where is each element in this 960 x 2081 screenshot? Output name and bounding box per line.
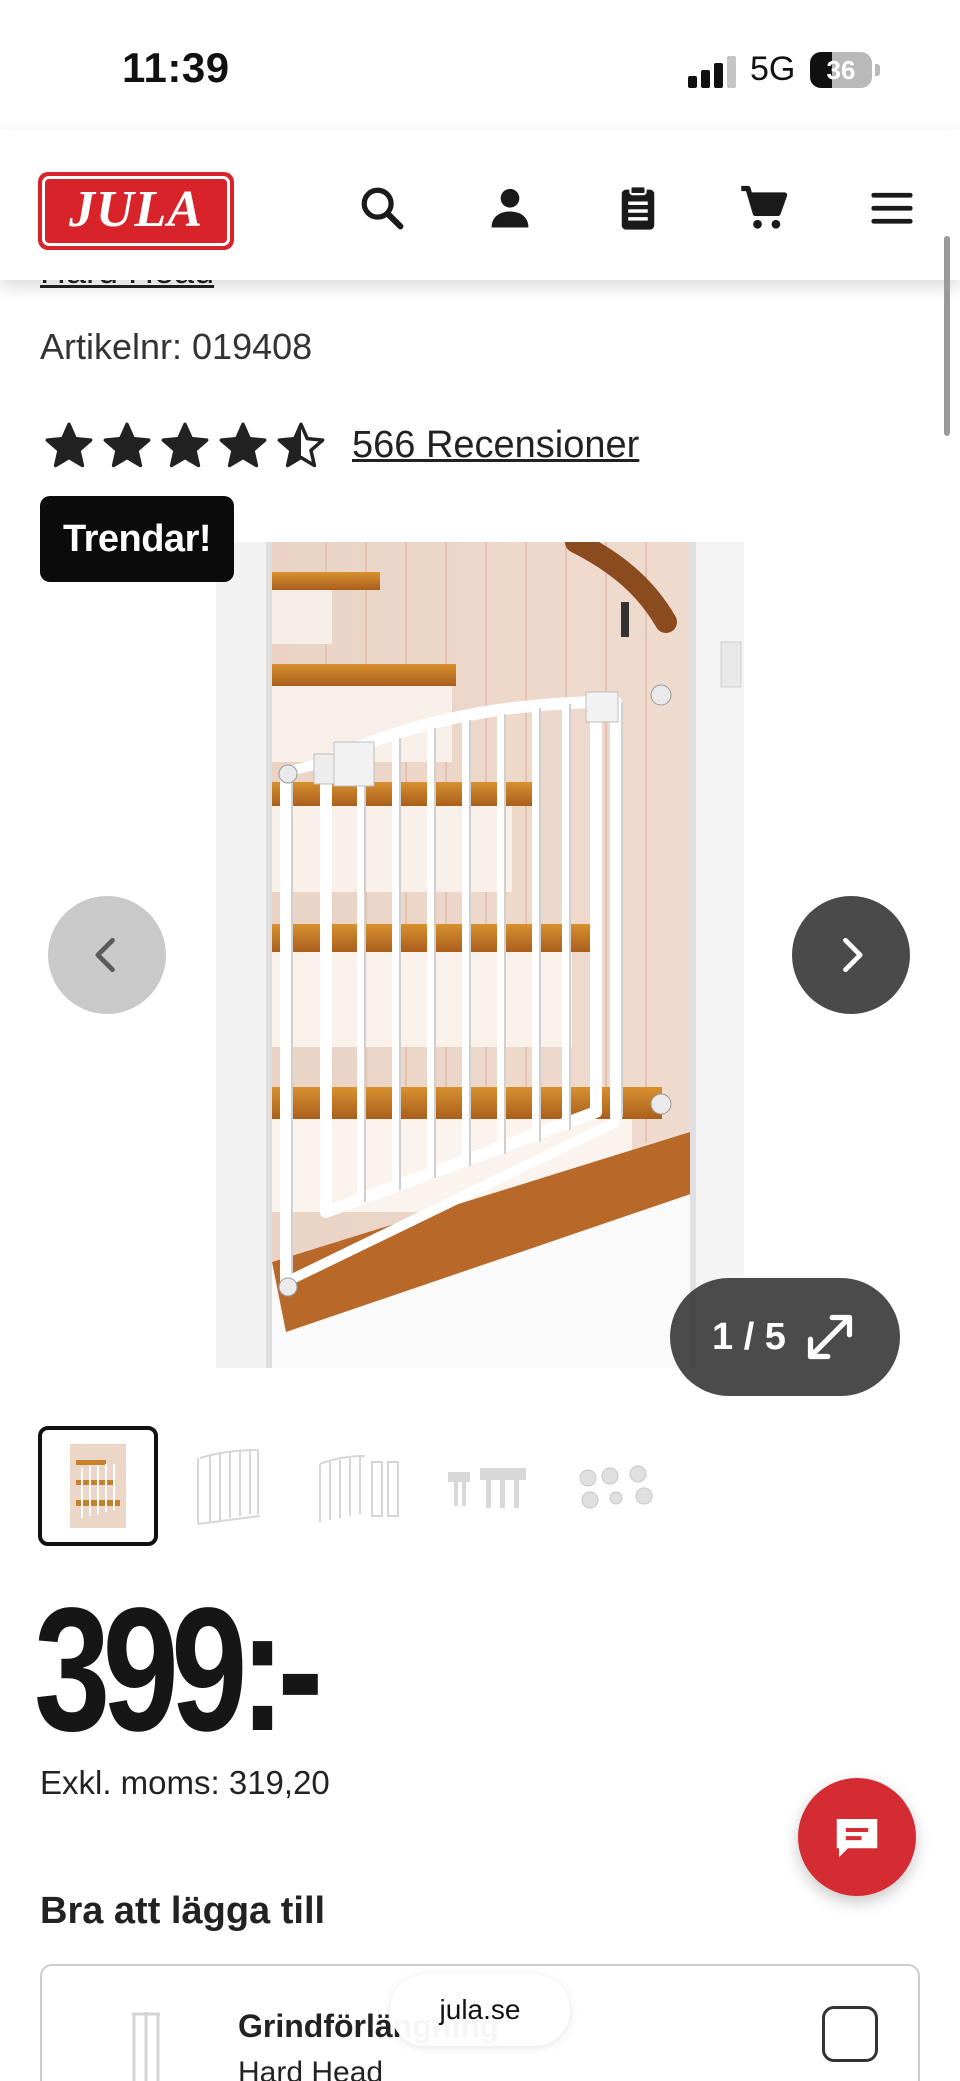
site-header: JULA [0, 130, 960, 280]
shopping-list-button[interactable] [608, 178, 668, 238]
chevron-left-icon [95, 937, 115, 973]
image-counter: 1 / 5 [712, 1315, 786, 1358]
addon-checkbox[interactable] [822, 2006, 878, 2062]
battery-level: 36 [826, 55, 856, 85]
previous-image-button[interactable] [48, 896, 166, 1014]
battery-cap [875, 64, 880, 76]
network-type: 5G [750, 50, 796, 88]
image-counter-fullscreen-button[interactable]: 1 / 5 [670, 1278, 900, 1396]
thumbnail-2[interactable] [168, 1426, 288, 1546]
thumbnail-wall-cups [579, 1465, 653, 1509]
cellular-signal-icon [688, 56, 738, 88]
menu-button[interactable] [862, 178, 922, 238]
thumbnail-gate-front [197, 1449, 261, 1525]
thumbnail-1[interactable] [38, 1426, 158, 1546]
star-full-icon [45, 422, 93, 468]
menu-icon [871, 192, 913, 224]
expand-icon [807, 1314, 853, 1360]
article-number: Artikelnr: 019408 [40, 326, 313, 367]
thumbnail-mounting-parts [448, 1468, 526, 1508]
chevron-right-icon [843, 937, 863, 973]
star-full-icon [103, 422, 151, 468]
shopping-list-icon [621, 185, 655, 230]
chat-button[interactable] [798, 1778, 916, 1896]
thumbnail-gate-on-stairs [70, 1444, 126, 1528]
reviews-link[interactable]: 566 Recensioner [352, 424, 639, 467]
thumbnail-3[interactable] [298, 1426, 418, 1546]
product-image[interactable] [216, 542, 744, 1368]
trending-badge: Trendar! [40, 496, 234, 582]
page-scrollbar[interactable] [944, 236, 950, 436]
addon-product-thumbnail [132, 2012, 160, 2081]
baby-gate-photo [216, 542, 744, 1368]
star-full-icon [161, 422, 209, 468]
star-half-icon [277, 422, 325, 468]
thumbnail-gate-with-extensions [319, 1455, 399, 1522]
addons-section-title: Bra att lägga till [40, 1890, 326, 1932]
status-bar: 11:39 5G 36 [0, 0, 960, 130]
addon-brand: Hard Head [238, 2056, 384, 2081]
cart-icon [741, 185, 788, 229]
account-button[interactable] [480, 178, 540, 238]
price: 399:- [34, 1572, 323, 1768]
browser-url-bar[interactable]: jula.se [390, 1974, 570, 2046]
account-icon [491, 188, 529, 228]
next-image-button[interactable] [792, 896, 910, 1014]
search-button[interactable] [352, 178, 412, 238]
logo-text: JULA [42, 176, 230, 246]
battery-icon: 36 [810, 52, 872, 88]
thumbnail-4[interactable] [428, 1426, 548, 1546]
status-time: 11:39 [122, 44, 230, 91]
price-excl-vat: Exkl. moms: 319,20 [40, 1764, 330, 1801]
chat-icon [836, 1819, 878, 1858]
star-full-icon [219, 422, 267, 468]
star-rating [40, 418, 330, 474]
jula-logo[interactable]: JULA [38, 172, 234, 250]
cart-button[interactable] [734, 178, 794, 238]
thumbnail-5[interactable] [558, 1426, 678, 1546]
search-icon [361, 187, 404, 230]
